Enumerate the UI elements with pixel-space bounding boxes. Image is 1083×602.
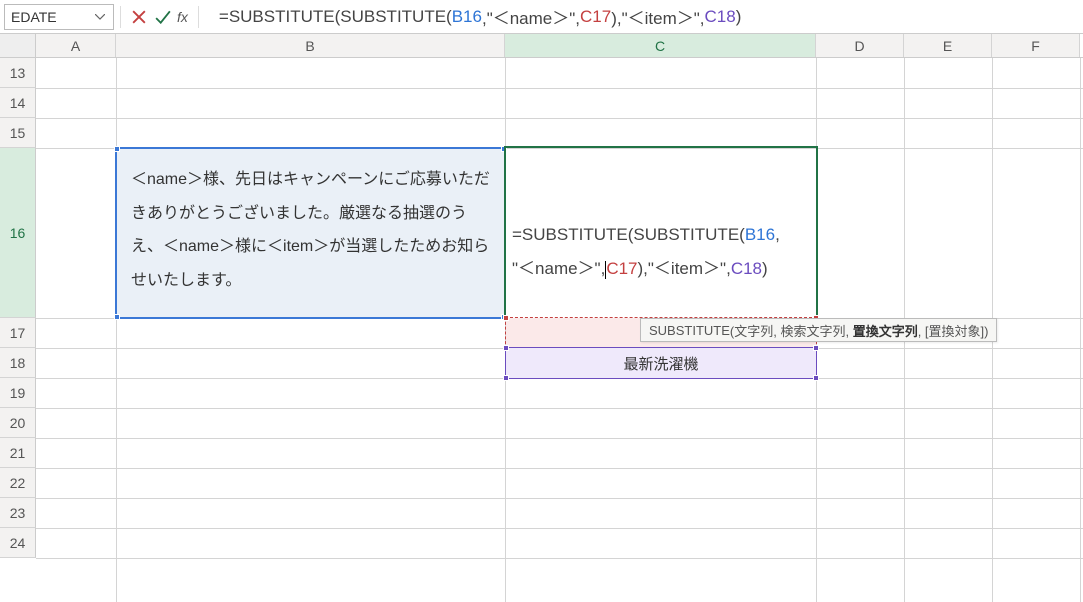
row-header-18[interactable]: 18 <box>0 348 36 378</box>
formula-input[interactable]: =SUBSTITUTE(SUBSTITUTE(B16,"＜name＞",C17)… <box>213 4 1079 30</box>
chevron-down-icon[interactable] <box>93 10 107 24</box>
col-header-F[interactable]: F <box>992 34 1080 57</box>
separator <box>120 6 121 28</box>
row-header-21[interactable]: 21 <box>0 438 36 468</box>
row-header-15[interactable]: 15 <box>0 118 36 148</box>
cell-B16[interactable]: ＜name＞様、先日はキャンペーンにご応募いただきありがとうございました。厳選な… <box>116 148 505 318</box>
separator <box>198 6 199 28</box>
row-header-24[interactable]: 24 <box>0 528 36 558</box>
row-header-22[interactable]: 22 <box>0 468 36 498</box>
col-header-A[interactable]: A <box>36 34 116 57</box>
row-header-20[interactable]: 20 <box>0 408 36 438</box>
row-header-17[interactable]: 17 <box>0 318 36 348</box>
cells-area[interactable]: ＜name＞様、先日はキャンペーンにご応募いただきありがとうございました。厳選な… <box>36 58 1083 602</box>
cell-C16[interactable]: =SUBSTITUTE(SUBSTITUTE(B16, "＜name＞",C17… <box>506 148 816 318</box>
fx-icon[interactable]: fx <box>177 9 188 25</box>
cell-C18[interactable]: 最新洗濯機 <box>506 348 816 378</box>
row-header-13[interactable]: 13 <box>0 58 36 88</box>
column-headers: A B C D E F <box>0 34 1083 58</box>
enter-icon[interactable] <box>154 8 172 26</box>
name-box-value: EDATE <box>11 9 93 25</box>
name-box[interactable]: EDATE <box>4 4 114 30</box>
row-header-16[interactable]: 16 <box>0 148 36 318</box>
col-header-E[interactable]: E <box>904 34 992 57</box>
function-tooltip: SUBSTITUTE(文字列, 検索文字列, 置換文字列, [置換対象]) <box>640 318 997 342</box>
col-header-B[interactable]: B <box>116 34 505 57</box>
col-header-D[interactable]: D <box>816 34 904 57</box>
row-headers: 13 14 15 16 17 18 19 20 21 22 23 24 <box>0 58 36 602</box>
col-header-C[interactable]: C <box>505 34 816 57</box>
row-header-23[interactable]: 23 <box>0 498 36 528</box>
select-all-corner[interactable] <box>0 34 36 57</box>
cancel-icon[interactable] <box>130 8 148 26</box>
sheet-area: A B C D E F 13 14 15 16 17 18 19 20 21 2… <box>0 34 1083 602</box>
row-header-19[interactable]: 19 <box>0 378 36 408</box>
row-header-14[interactable]: 14 <box>0 88 36 118</box>
formula-bar: EDATE fx =SUBSTITUTE(SUBSTITUTE(B16,"＜na… <box>0 0 1083 34</box>
